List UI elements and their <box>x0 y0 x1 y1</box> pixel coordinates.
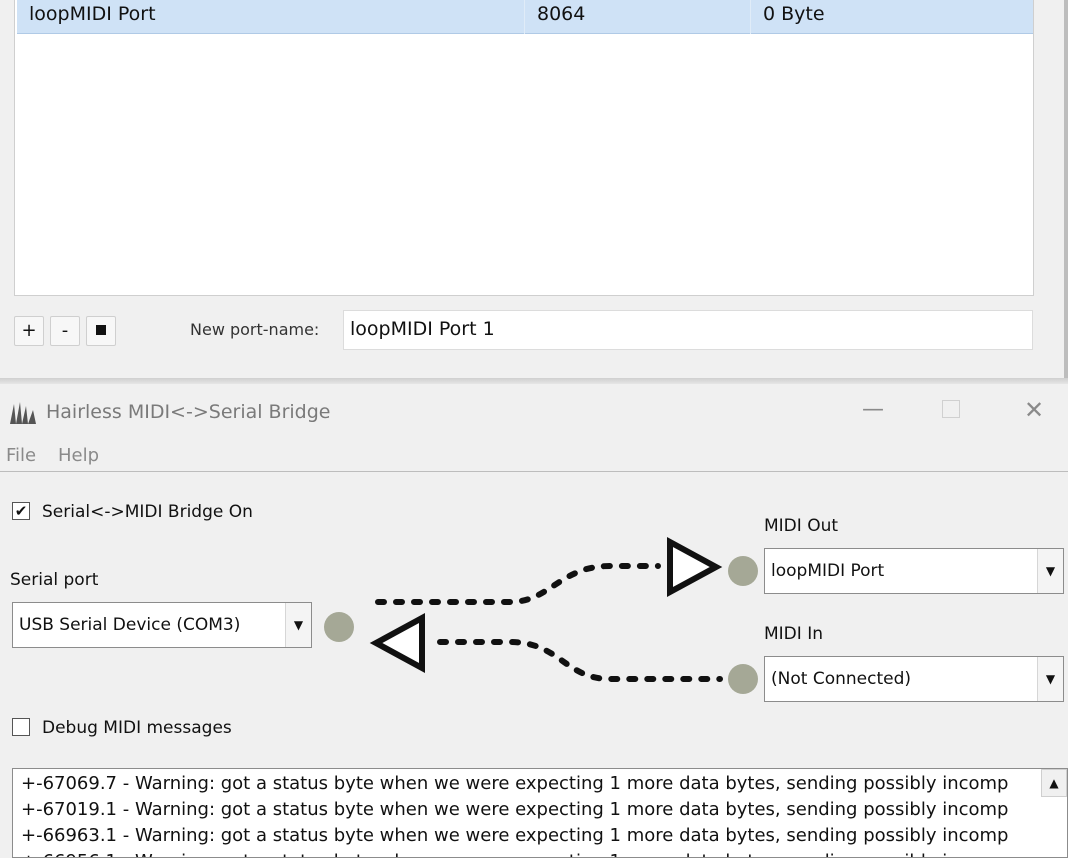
midi-out-arrow-icon <box>667 536 723 598</box>
serial-to-midi-out-path <box>375 563 661 605</box>
midi-in-to-serial-path <box>437 639 723 682</box>
add-port-button[interactable]: + <box>14 316 44 346</box>
bridge-on-checkbox[interactable]: ✔ <box>12 502 30 520</box>
bridge-flow-diagram <box>369 536 723 682</box>
port-list[interactable]: loopMIDI Port 8064 0 Byte <box>14 0 1034 296</box>
midi-in-value: (Not Connected) <box>771 669 911 689</box>
midi-in-activity-led <box>728 664 758 694</box>
maximize-button[interactable] <box>942 400 960 418</box>
serial-port-dropdown[interactable]: USB Serial Device (COM3) ▼ <box>12 602 312 648</box>
minimize-button[interactable]: — <box>862 396 884 424</box>
title-bar[interactable]: Hairless MIDI<->Serial Bridge — ✕ <box>0 384 1068 440</box>
bridge-on-label[interactable]: Serial<->MIDI Bridge On <box>42 500 253 524</box>
menu-help[interactable]: Help <box>58 444 99 468</box>
midi-out-activity-led <box>728 556 758 586</box>
log-line: +-67069.7 - Warning: got a status byte w… <box>21 773 1009 794</box>
port-number-cell: 8064 <box>525 0 751 34</box>
midi-in-arrow-icon <box>369 612 425 674</box>
scroll-up-arrow-icon[interactable]: ▲ <box>1041 769 1067 797</box>
loopmidi-window: loopMIDI Port 8064 0 Byte + - New port-n… <box>0 0 1068 380</box>
new-port-name-input[interactable]: loopMIDI Port 1 <box>343 310 1033 350</box>
serial-activity-led <box>324 612 354 642</box>
chevron-down-icon[interactable]: ▼ <box>285 603 311 647</box>
menu-bar: File Help <box>0 440 1068 472</box>
midi-in-label: MIDI In <box>764 624 823 644</box>
new-port-name-label: New port-name: <box>190 320 320 339</box>
log-line: +-66956.1 - Warning: got a status byte w… <box>21 849 1041 857</box>
window-title: Hairless MIDI<->Serial Bridge <box>46 401 331 423</box>
port-name-cell: loopMIDI Port <box>17 0 525 34</box>
midi-out-value: loopMIDI Port <box>771 561 885 581</box>
stop-icon <box>96 324 106 335</box>
hairless-app-icon <box>10 402 36 424</box>
close-button[interactable]: ✕ <box>1024 396 1044 424</box>
debug-midi-checkbox[interactable] <box>12 718 30 736</box>
log-line: +-67019.1 - Warning: got a status byte w… <box>21 799 1009 820</box>
log-line: +-66963.1 - Warning: got a status byte w… <box>21 825 1009 846</box>
serial-port-value: USB Serial Device (COM3) <box>19 615 241 635</box>
chevron-down-icon[interactable]: ▼ <box>1037 657 1063 701</box>
midi-in-dropdown[interactable]: (Not Connected) ▼ <box>764 656 1064 702</box>
hairless-window: Hairless MIDI<->Serial Bridge — ✕ File H… <box>0 384 1068 858</box>
midi-out-dropdown[interactable]: loopMIDI Port ▼ <box>764 548 1064 594</box>
remove-port-button[interactable]: - <box>50 316 80 346</box>
log-output[interactable]: +-67069.7 - Warning: got a status byte w… <box>12 768 1068 858</box>
window-edge <box>1064 0 1068 380</box>
chevron-down-icon[interactable]: ▼ <box>1037 549 1063 593</box>
port-row-selected[interactable]: loopMIDI Port 8064 0 Byte <box>17 0 1033 34</box>
port-data-cell: 0 Byte <box>763 3 825 25</box>
serial-port-label: Serial port <box>10 570 99 590</box>
menu-file[interactable]: File <box>6 444 36 468</box>
debug-midi-label[interactable]: Debug MIDI messages <box>42 716 232 740</box>
midi-out-label: MIDI Out <box>764 516 839 536</box>
stop-port-button[interactable] <box>86 316 116 346</box>
